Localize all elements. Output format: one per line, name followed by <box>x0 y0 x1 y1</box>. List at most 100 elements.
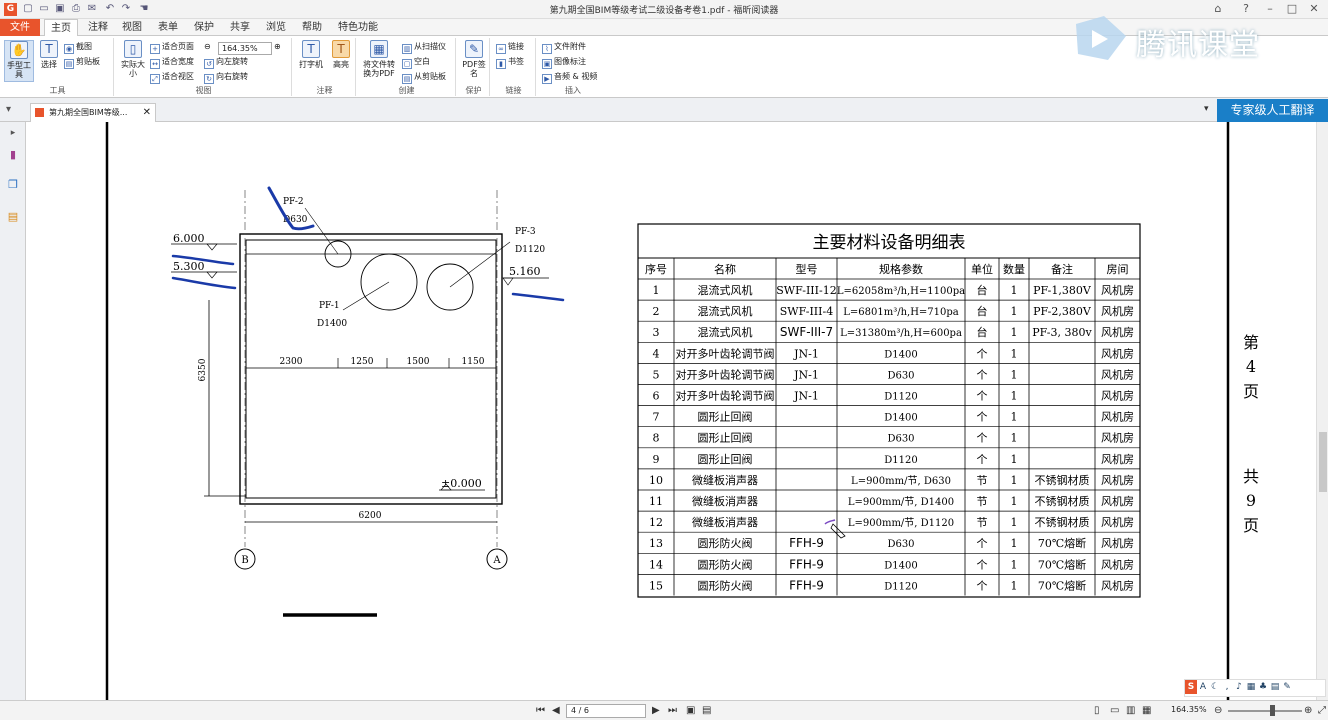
expert-translate-button[interactable]: 专家级人工翻译 <box>1217 99 1328 122</box>
document-tab[interactable]: 第九期全国BIM等级... ✕ <box>30 103 156 122</box>
ime-skin-icon[interactable]: ♣ <box>1257 680 1269 694</box>
rotate-left-button[interactable]: ↺ 向左旋转 <box>204 55 248 69</box>
tab-list-icon[interactable]: ▾ <box>1204 104 1209 114</box>
single-page-view-icon[interactable]: ▯ <box>1094 704 1100 717</box>
table-cell: 混流式风机 <box>698 304 753 318</box>
document-tabs: ▾ 第九期全国BIM等级... ✕ ▾ <box>0 98 1328 122</box>
convert-to-pdf-button[interactable]: ▦ 将文件转换为PDF <box>360 40 398 82</box>
fit-width-button[interactable]: ↔ 适合宽度 <box>150 55 194 69</box>
table-cell: 7 <box>653 411 660 424</box>
table-cell: 1 <box>1011 368 1018 381</box>
view-spread-icon[interactable]: ▤ <box>702 704 711 717</box>
link-button[interactable]: ∞ 链接 <box>496 40 524 54</box>
tab-protect[interactable]: 保护 <box>188 19 220 36</box>
tab-comment[interactable]: 注释 <box>82 19 114 36</box>
restore-ribbon-icon[interactable]: ⌂ <box>1210 1 1226 17</box>
elevation-5300: 5.300 <box>173 260 205 273</box>
file-attachment-button[interactable]: ⌇ 文件附件 <box>542 40 586 54</box>
highlight-button[interactable]: T 高亮 <box>326 40 356 82</box>
table-cell: 节 <box>977 495 988 508</box>
ime-keyboard-icon[interactable]: ▦ <box>1245 680 1257 694</box>
blank-button[interactable]: ▢ 空白 <box>402 55 430 69</box>
from-clipboard-button[interactable]: ▤ 从剪贴板 <box>402 70 446 84</box>
close-tab-icon[interactable]: ✕ <box>143 104 151 121</box>
status-zoom-in-icon[interactable]: ⊕ <box>1304 704 1312 717</box>
tab-menu-icon[interactable]: ▾ <box>6 104 11 115</box>
close-window-icon[interactable]: ✕ <box>1306 1 1322 17</box>
table-header: 名称 <box>714 262 736 276</box>
snapshot-button[interactable]: ◉ 截图 <box>64 40 92 54</box>
select-tool-button[interactable]: T 选择 <box>34 40 64 82</box>
view-pages-icon[interactable]: ▣ <box>686 704 695 717</box>
tab-form[interactable]: 表单 <box>152 19 184 36</box>
image-annotation-button[interactable]: ▣ 图像标注 <box>542 55 586 69</box>
comments-panel-icon[interactable]: ▤ <box>6 210 20 224</box>
ime-moon-icon[interactable]: ☾ <box>1209 680 1221 694</box>
table-cell: 风机房 <box>1101 367 1134 381</box>
table-cell: 2 <box>653 305 660 318</box>
zoom-in-icon[interactable]: ⊕ <box>274 40 281 54</box>
zoom-slider-handle[interactable] <box>1270 705 1275 716</box>
status-zoom-out-icon[interactable]: ⊖ <box>1214 704 1222 717</box>
zoom-out-icon[interactable]: ⊖ <box>204 40 211 54</box>
from-scanner-button[interactable]: ▥ 从扫描仪 <box>402 40 446 54</box>
tab-help[interactable]: 帮助 <box>296 19 328 36</box>
sogou-ime-icon[interactable]: S <box>1185 680 1197 694</box>
ime-mic-icon[interactable]: ♪ <box>1233 680 1245 694</box>
fullscreen-icon[interactable]: ⤢ <box>1318 704 1326 717</box>
pages-panel-icon[interactable]: ❐ <box>6 178 20 192</box>
actual-size-button[interactable]: ▯ 实际大小 <box>118 40 148 82</box>
fit-page-button[interactable]: + 适合页面 <box>150 40 194 54</box>
tab-home[interactable]: 主页 <box>44 19 78 36</box>
continuous-view-icon[interactable]: ▭ <box>1110 704 1119 717</box>
zoom-slider[interactable] <box>1228 710 1302 712</box>
table-cell: 不锈钢材质 <box>1035 473 1090 487</box>
tab-share[interactable]: 共享 <box>224 19 256 36</box>
annotation-stroke-4 <box>511 292 565 302</box>
side-total: 9 <box>1246 491 1256 510</box>
table-cell: 个 <box>977 579 988 592</box>
table-cell: 台 <box>977 304 988 318</box>
bookmarks-panel-icon[interactable]: ▮ <box>6 148 20 162</box>
continuous-facing-icon[interactable]: ▦ <box>1142 704 1151 717</box>
bookmark-button[interactable]: ▮ 书签 <box>496 55 524 69</box>
table-cell: 不锈钢材质 <box>1035 515 1090 529</box>
first-page-icon[interactable]: ⏮ <box>536 704 545 717</box>
table-cell: 1 <box>1011 284 1018 297</box>
zoom-select[interactable]: 164.35% <box>218 42 272 55</box>
clipboard-button[interactable]: ▤ 剪贴板 <box>64 55 100 69</box>
facing-view-icon[interactable]: ▥ <box>1126 704 1135 717</box>
next-page-icon[interactable]: ▶ <box>652 704 660 717</box>
rotate-left-icon: ↺ <box>204 59 214 69</box>
tab-view[interactable]: 视图 <box>116 19 148 36</box>
audio-video-button[interactable]: ▶ 音频 & 视频 <box>542 70 597 84</box>
mouse-cursor-icon <box>830 523 846 539</box>
hand-tool-button[interactable]: ✋ 手型工具 <box>4 40 34 82</box>
ime-tools-icon[interactable]: ▤ <box>1269 680 1281 694</box>
page-number-input[interactable]: 4 / 6 <box>566 704 646 718</box>
fit-view-button[interactable]: ⤢ 适合视区 <box>150 70 194 84</box>
ime-punct-icon[interactable]: , <box>1221 680 1233 694</box>
rotate-right-button[interactable]: ↻ 向右旋转 <box>204 70 248 84</box>
last-page-icon[interactable]: ⏭ <box>668 704 677 717</box>
group-comment: T 打字机 T 高亮 注释 <box>294 38 356 96</box>
table-cell: 9 <box>653 453 660 466</box>
tab-file[interactable]: 文件 <box>0 19 40 36</box>
vertical-scrollbar[interactable] <box>1316 122 1328 700</box>
help-icon[interactable]: ? <box>1238 1 1254 17</box>
expand-panel-icon[interactable]: ▸ <box>6 126 20 140</box>
table-cell: L=62058m³/h,H=1100pa <box>837 286 965 297</box>
table-cell: 风机房 <box>1101 431 1134 445</box>
scroll-thumb[interactable] <box>1319 432 1327 492</box>
maximize-icon[interactable]: □ <box>1284 1 1300 17</box>
pdf-sign-button[interactable]: ✎ PDF签名 <box>459 40 489 82</box>
prev-page-icon[interactable]: ◀ <box>552 704 560 717</box>
tab-features[interactable]: 特色功能 <box>332 19 384 36</box>
table-cell: D630 <box>887 434 914 445</box>
ime-settings-icon[interactable]: ✎ <box>1281 680 1293 694</box>
table-cell: 风机房 <box>1101 536 1134 550</box>
tab-browse[interactable]: 浏览 <box>260 19 292 36</box>
ime-mode-icon[interactable]: A <box>1197 680 1209 694</box>
typewriter-button[interactable]: T 打字机 <box>296 40 326 82</box>
minimize-icon[interactable]: – <box>1262 1 1278 17</box>
